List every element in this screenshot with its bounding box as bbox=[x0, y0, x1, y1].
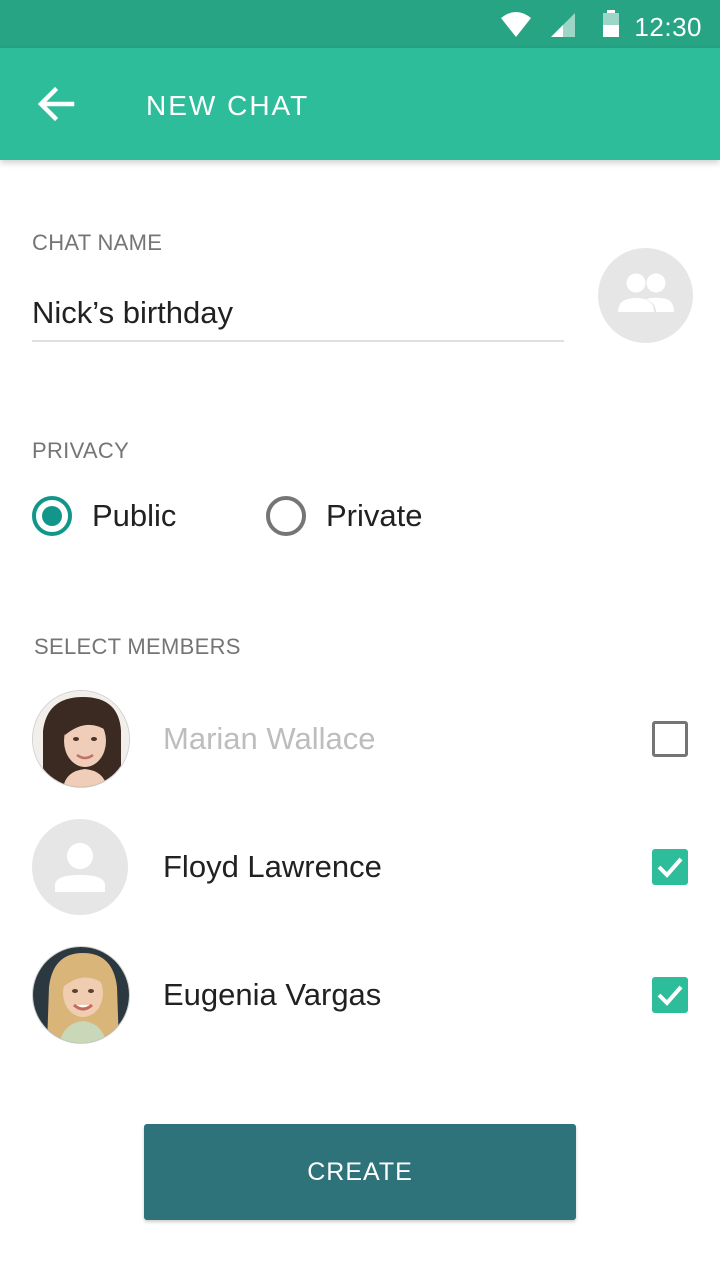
select-members-label: SELECT MEMBERS bbox=[34, 634, 241, 659]
member-name: Eugenia Vargas bbox=[163, 977, 382, 1012]
member-row-floyd-lawrence[interactable]: Floyd Lawrence bbox=[0, 818, 720, 918]
battery-icon bbox=[602, 10, 620, 43]
member-checkbox[interactable] bbox=[652, 721, 688, 757]
chat-name-label: CHAT NAME bbox=[32, 230, 163, 255]
status-bar: 12:30 bbox=[0, 0, 720, 48]
radio-button-unchecked-icon bbox=[266, 496, 306, 536]
privacy-public-radio[interactable]: Public bbox=[32, 494, 192, 538]
privacy-private-radio[interactable]: Private bbox=[266, 494, 436, 538]
radio-label-public: Public bbox=[92, 498, 177, 533]
checkmark-icon bbox=[657, 857, 683, 878]
status-time: 12:30 bbox=[634, 12, 702, 42]
placeholder-person-icon bbox=[32, 843, 128, 915]
back-button[interactable] bbox=[30, 82, 82, 126]
member-name: Marian Wallace bbox=[163, 721, 376, 756]
cell-signal-icon bbox=[550, 12, 576, 43]
member-name: Floyd Lawrence bbox=[163, 849, 382, 884]
group-avatar-button[interactable] bbox=[598, 248, 693, 343]
radio-label-private: Private bbox=[326, 498, 423, 533]
radio-button-checked-icon bbox=[32, 496, 72, 536]
avatar bbox=[32, 690, 130, 788]
wifi-icon bbox=[500, 10, 532, 43]
member-checkbox[interactable] bbox=[652, 849, 688, 885]
avatar bbox=[32, 819, 128, 915]
page-title: NEW CHAT bbox=[146, 90, 310, 121]
checkmark-icon bbox=[657, 985, 683, 1006]
chat-name-field[interactable] bbox=[32, 286, 564, 342]
avatar bbox=[32, 946, 130, 1044]
member-row-eugenia-vargas[interactable]: Eugenia Vargas bbox=[0, 946, 720, 1046]
create-button[interactable]: CREATE bbox=[144, 1124, 576, 1220]
member-checkbox[interactable] bbox=[652, 977, 688, 1013]
privacy-label: PRIVACY bbox=[32, 438, 130, 463]
app-bar: NEW CHAT bbox=[0, 48, 720, 160]
member-row-marian-wallace[interactable]: Marian Wallace bbox=[0, 690, 720, 790]
